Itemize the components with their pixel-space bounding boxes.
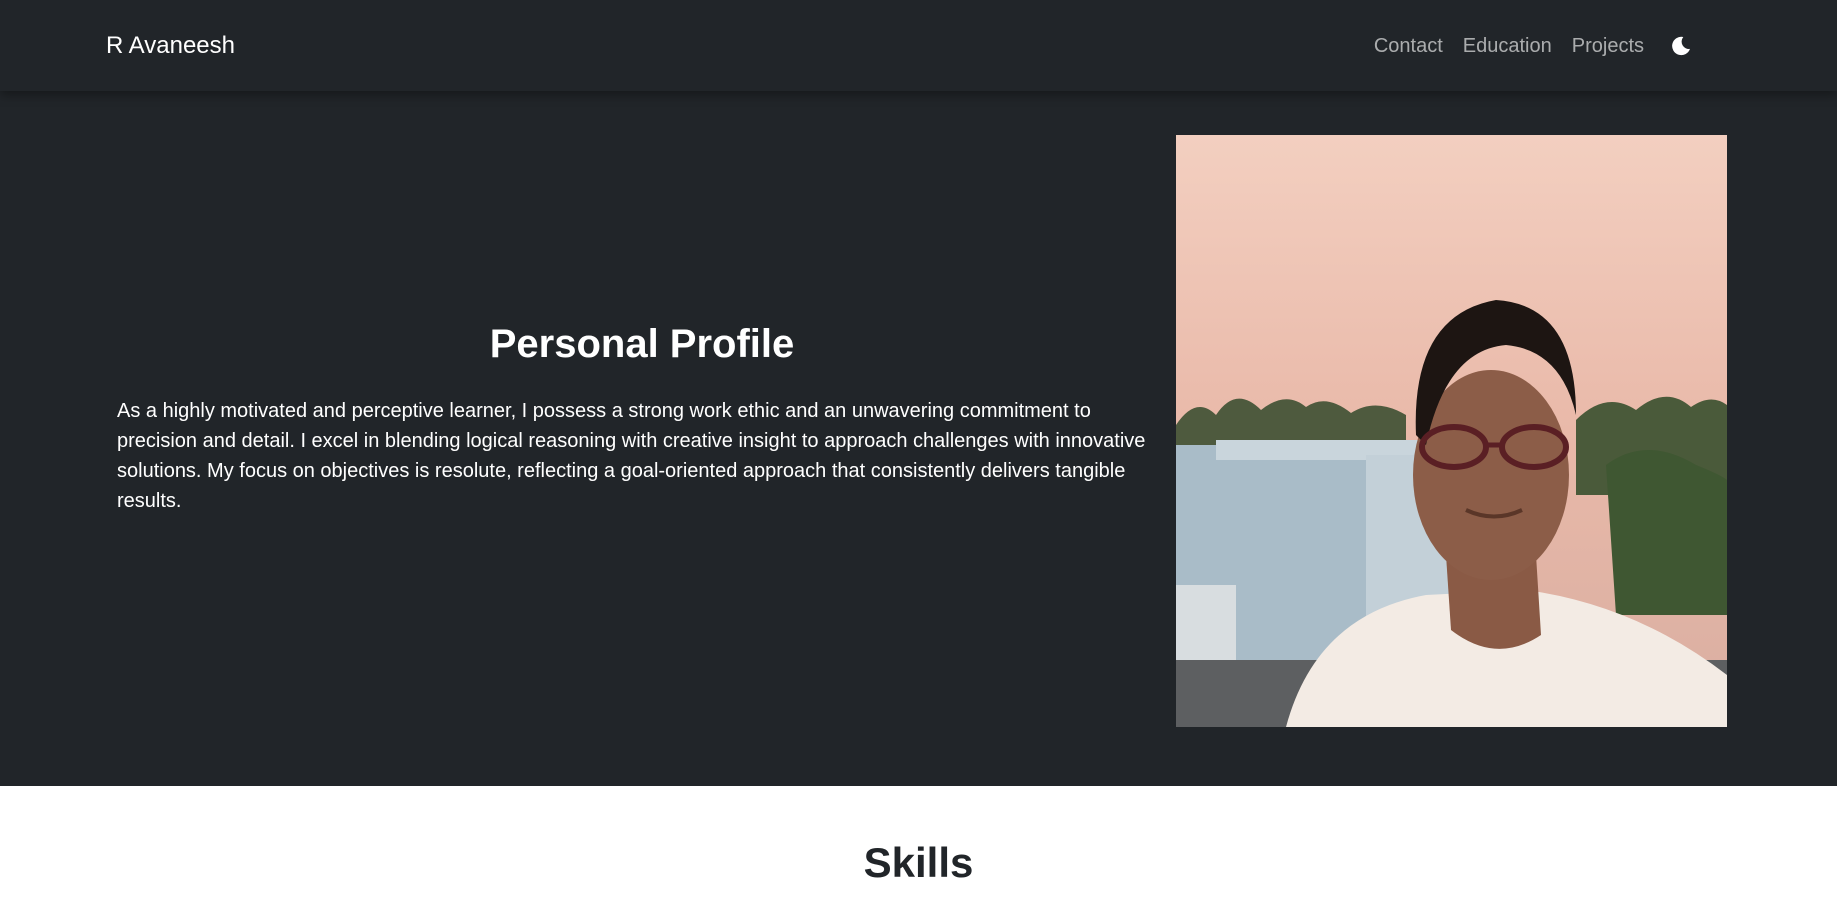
profile-description: As a highly motivated and perceptive lea… [117, 400, 1146, 512]
nav-link-contact[interactable]: Contact [1374, 30, 1443, 62]
profile-photo [1176, 135, 1727, 727]
nav-links: Contact Education Projects [1374, 30, 1694, 62]
moon-icon [1672, 36, 1690, 56]
navbar: R Avaneesh Contact Education Projects [0, 0, 1837, 91]
profile-title: Personal Profile [489, 322, 795, 366]
skills-title: Skills [863, 839, 974, 886]
profile-photo-image [1176, 135, 1727, 727]
nav-link-projects[interactable]: Projects [1572, 30, 1644, 62]
skills-section: Skills [0, 786, 1837, 911]
theme-toggle-button[interactable] [1668, 33, 1694, 59]
nav-link-education[interactable]: Education [1463, 30, 1552, 62]
brand-link[interactable]: R Avaneesh [106, 30, 235, 62]
profile-section: Personal Profile As a highly motivated a… [0, 91, 1837, 786]
